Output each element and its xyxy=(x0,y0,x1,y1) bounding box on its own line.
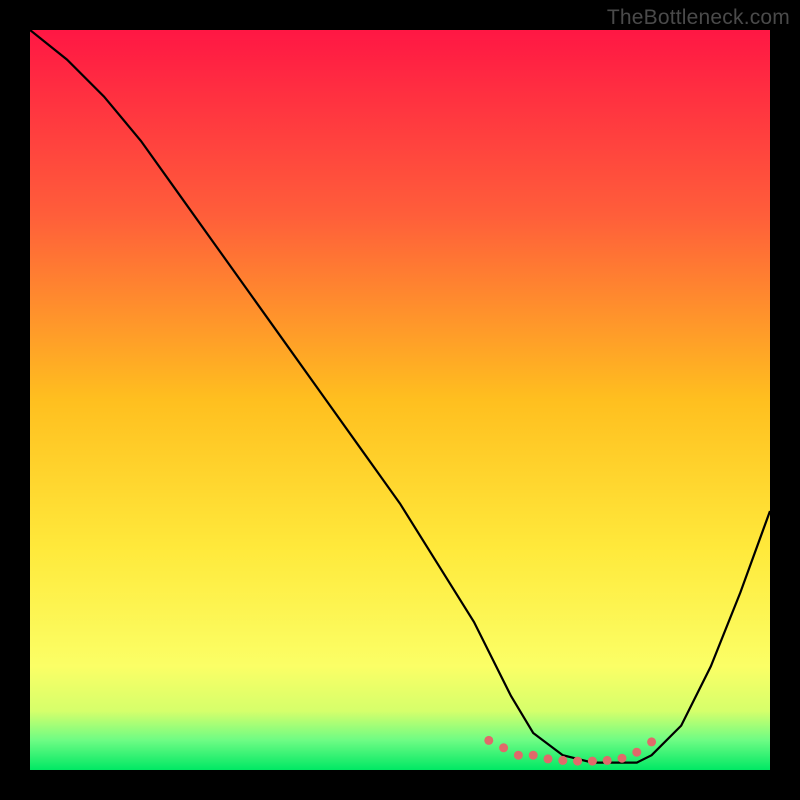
marker-dot xyxy=(529,751,538,760)
marker-dot xyxy=(558,756,567,765)
marker-dot xyxy=(573,757,582,766)
chart-frame: TheBottleneck.com xyxy=(0,0,800,800)
watermark-text: TheBottleneck.com xyxy=(607,6,790,30)
plot-area xyxy=(30,30,770,770)
marker-dot xyxy=(588,757,597,766)
marker-dot xyxy=(514,751,523,760)
marker-dot xyxy=(603,756,612,765)
marker-dot xyxy=(544,754,553,763)
marker-dot xyxy=(499,743,508,752)
marker-dot xyxy=(632,748,641,757)
marker-dot xyxy=(484,736,493,745)
marker-dot xyxy=(647,737,656,746)
marker-dot xyxy=(618,754,627,763)
chart-svg xyxy=(30,30,770,770)
